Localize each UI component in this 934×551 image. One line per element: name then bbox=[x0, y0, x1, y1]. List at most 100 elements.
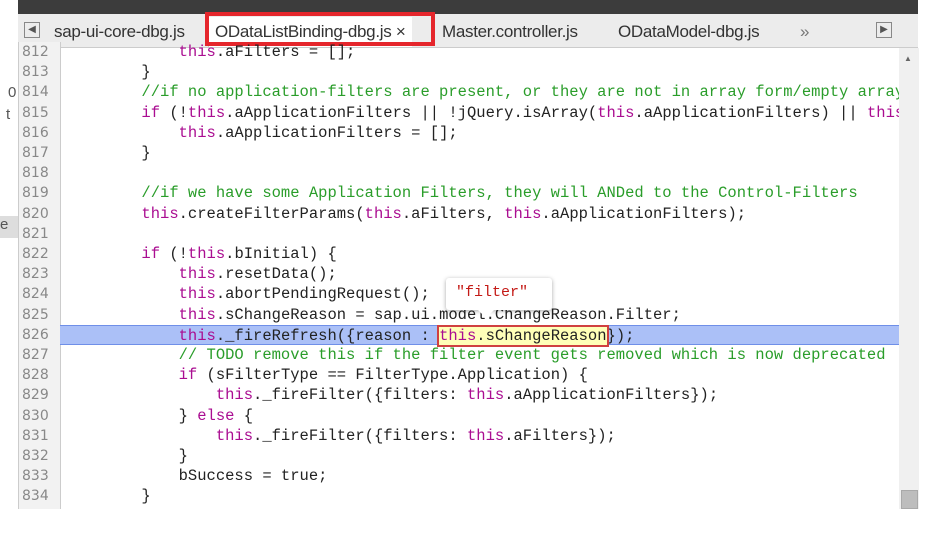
hovered-expression: this.sChangeReason bbox=[437, 324, 609, 347]
keyword-token: this bbox=[597, 103, 635, 122]
active-tab-highlight bbox=[205, 12, 435, 46]
code-line: this._fireFilter({filters: this.aFilters… bbox=[60, 426, 899, 446]
line-number[interactable]: 816 bbox=[22, 123, 56, 143]
code-line: this.createFilterParams(this.aFilters, t… bbox=[60, 204, 899, 224]
keyword-token: this bbox=[364, 204, 402, 223]
vertical-scrollbar[interactable]: ▲ bbox=[899, 48, 919, 509]
line-number[interactable]: 813 bbox=[22, 62, 56, 82]
fragment-text: 0 bbox=[8, 84, 17, 101]
tab-master-controller[interactable]: Master.controller.js bbox=[442, 22, 578, 42]
line-number[interactable]: 814 bbox=[22, 82, 56, 102]
keyword-token: this bbox=[67, 285, 216, 304]
code-token: .aApplicationFilters = []; bbox=[215, 123, 458, 142]
line-number[interactable]: 830 bbox=[22, 406, 56, 426]
line-number[interactable]: 815 bbox=[22, 103, 56, 123]
comment-token: // TODO remove this if the filter event … bbox=[67, 346, 886, 364]
code-token: } bbox=[67, 487, 151, 506]
code-line: if (sFilterType == FilterType.Applicatio… bbox=[60, 365, 899, 385]
tab-odatamodel[interactable]: ODataModel-dbg.js bbox=[618, 22, 760, 42]
toggle-navigator-icon[interactable]: ◀ bbox=[24, 22, 40, 38]
tab-sap-ui-core[interactable]: sap-ui-core-dbg.js bbox=[54, 22, 185, 42]
code-line: } bbox=[60, 486, 899, 506]
comment-token: //if no application-filters are present,… bbox=[67, 83, 899, 102]
line-number[interactable]: 812 bbox=[22, 42, 56, 62]
code-line: if (!this.bInitial) { bbox=[60, 244, 899, 264]
more-tabs-button[interactable]: » bbox=[800, 22, 809, 42]
keyword-token: this bbox=[504, 204, 542, 223]
keyword-token: this bbox=[67, 265, 216, 284]
keyword-token: this bbox=[67, 123, 216, 142]
keyword-token: this bbox=[466, 426, 505, 445]
code-token: bSuccess = true; bbox=[67, 467, 328, 486]
code-line: this.aApplicationFilters = []; bbox=[60, 123, 899, 143]
code-line: if (!this.aApplicationFilters || !jQuery… bbox=[60, 103, 899, 123]
code-line: } bbox=[60, 446, 899, 466]
keyword-token: this bbox=[187, 245, 226, 263]
line-number[interactable]: 825 bbox=[22, 305, 56, 325]
keyword-token: this bbox=[466, 386, 505, 405]
toolbar-strip bbox=[18, 0, 918, 14]
line-number[interactable]: 824 bbox=[22, 284, 56, 304]
code-token: .aApplicationFilters); bbox=[541, 204, 747, 223]
keyword-token: if bbox=[67, 366, 198, 385]
code-line: //if no application-filters are present,… bbox=[60, 82, 899, 102]
keyword-token: this bbox=[187, 103, 226, 122]
line-number[interactable]: 823 bbox=[22, 264, 56, 284]
code-token: .resetData(); bbox=[215, 265, 337, 284]
code-token: } bbox=[67, 144, 151, 162]
line-number[interactable]: 829 bbox=[22, 385, 56, 405]
keyword-token: this bbox=[67, 326, 216, 345]
line-number[interactable]: 817 bbox=[22, 143, 56, 163]
code-line: } bbox=[60, 143, 899, 163]
line-number[interactable]: 826 bbox=[22, 325, 56, 345]
code-token: aFilters = []; bbox=[225, 43, 356, 61]
code-editor[interactable]: this.aFilters = []; } //if no applicatio… bbox=[60, 42, 899, 509]
code-token: ._fireFilter({filters: bbox=[253, 426, 467, 445]
code-token: } bbox=[67, 406, 198, 425]
code-token: . bbox=[215, 43, 226, 61]
code-token: ._fireRefresh({reason : bbox=[215, 326, 440, 345]
keyword-token: this bbox=[67, 305, 216, 324]
left-panel-fragment: 0 t e bbox=[0, 48, 18, 518]
code-token: } bbox=[67, 447, 188, 465]
line-number[interactable]: 822 bbox=[22, 244, 56, 264]
line-number[interactable]: 819 bbox=[22, 183, 56, 203]
line-number[interactable]: 834 bbox=[22, 486, 56, 506]
keyword-token: else bbox=[197, 406, 235, 425]
code-token: (sFilterType == FilterType.Application) … bbox=[197, 366, 588, 385]
code-token: .aFilters}); bbox=[504, 426, 616, 445]
scroll-up-icon[interactable]: ▲ bbox=[904, 54, 912, 63]
line-number[interactable]: 832 bbox=[22, 446, 56, 466]
keyword-token: this bbox=[67, 386, 254, 405]
line-number[interactable]: 833 bbox=[22, 466, 56, 486]
code-token: } bbox=[67, 63, 151, 82]
keyword-token: this bbox=[67, 426, 254, 445]
fragment-text: t bbox=[6, 106, 11, 123]
keyword-token: this bbox=[866, 103, 899, 122]
code-token: .bInitial) { bbox=[225, 245, 337, 263]
keyword-token: if bbox=[67, 103, 161, 122]
code-line: } else { bbox=[60, 406, 899, 426]
code-token: .aApplicationFilters) || bbox=[634, 103, 867, 122]
code-token: }); bbox=[606, 326, 635, 345]
code-line: this._fireFilter({filters: this.aApplica… bbox=[60, 385, 899, 405]
comment-token: //if we have some Application Filters, t… bbox=[67, 184, 858, 203]
fragment-text: e bbox=[0, 216, 18, 238]
code-line: this.aFilters = []; bbox=[60, 42, 899, 62]
line-number[interactable]: 820 bbox=[22, 204, 56, 224]
line-number[interactable]: 821 bbox=[22, 224, 56, 244]
value-tooltip: "filter" bbox=[446, 278, 552, 318]
toggle-debugger-icon[interactable]: ▶ bbox=[876, 22, 892, 38]
keyword-token: this bbox=[67, 43, 216, 61]
code-line: } bbox=[60, 62, 899, 82]
code-token: (! bbox=[160, 245, 188, 263]
code-token: .abortPendingRequest(); bbox=[215, 285, 430, 304]
current-execution-line: this._fireRefresh({reason : this.sChange… bbox=[60, 324, 899, 347]
code-token: .createFilterParams( bbox=[178, 204, 365, 223]
scrollbar-thumb[interactable] bbox=[901, 490, 918, 509]
line-number[interactable]: 827 bbox=[22, 345, 56, 365]
line-number[interactable]: 818 bbox=[22, 163, 56, 183]
line-number[interactable]: 831 bbox=[22, 426, 56, 446]
line-number[interactable]: 828 bbox=[22, 365, 56, 385]
